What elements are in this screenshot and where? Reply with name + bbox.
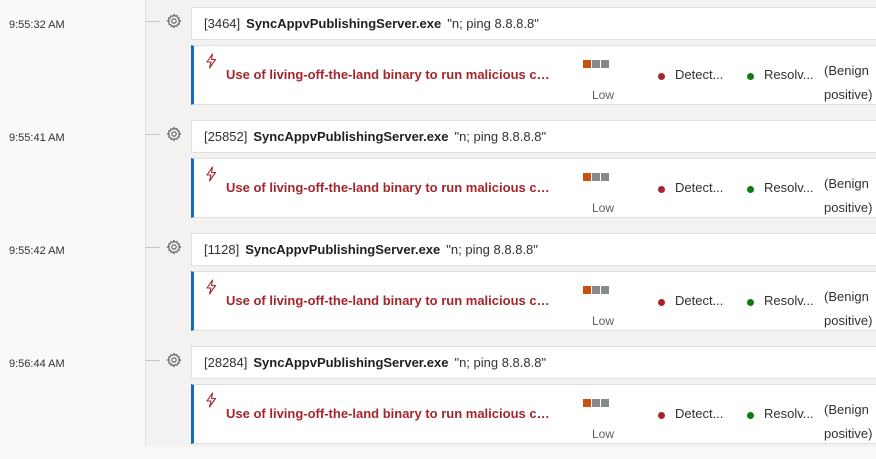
alert-card[interactable]: Use of living-off-the-land binary to run…	[191, 384, 876, 444]
severity-indicator	[583, 173, 610, 181]
resolved-status-dot	[747, 186, 754, 193]
alert-title-link[interactable]: Use of living-off-the-land binary to run…	[226, 180, 552, 195]
classification-line: positive)	[824, 426, 873, 441]
alert-status: Detect...	[675, 180, 724, 195]
severity-bar	[583, 173, 591, 181]
timeline-connector	[146, 21, 160, 22]
event-time: 9:55:41 AM	[9, 132, 65, 144]
classification-line: positive)	[824, 313, 873, 328]
process-command-line: "n; ping 8.8.8.8"	[446, 242, 538, 257]
timeline-connector	[146, 360, 160, 361]
gear-icon	[166, 239, 182, 255]
severity-label: Low	[592, 314, 615, 328]
classification-line: (Benign	[824, 63, 869, 78]
severity-bar	[592, 399, 600, 407]
event-time: 9:55:42 AM	[9, 245, 65, 257]
timeline-entry: 9:55:32 AM [3464] SyncAppvPublishingServe…	[0, 7, 876, 120]
gear-icon	[166, 13, 182, 29]
alert-title-link[interactable]: Use of living-off-the-land binary to run…	[226, 406, 552, 421]
timeline-entry: 9:55:41 AM [25852] SyncAppvPublishingServ…	[0, 120, 876, 233]
event-time: 9:56:44 AM	[9, 358, 65, 370]
lightning-bolt-icon	[204, 53, 218, 69]
gear-icon	[166, 126, 182, 142]
alert-classification: (Benign positive)	[824, 59, 876, 107]
alert-resolution: Resolv...	[764, 406, 814, 421]
severity-bar	[592, 173, 600, 181]
alert-card[interactable]: Use of living-off-the-land binary to run…	[191, 271, 876, 331]
timeline-entry: 9:55:42 AM [1128] SyncAppvPublishingServe…	[0, 233, 876, 346]
classification-line: (Benign	[824, 402, 869, 417]
lightning-bolt-icon	[204, 279, 218, 295]
detected-status-dot	[658, 186, 665, 193]
process-card[interactable]: [28284] SyncAppvPublishingServer.exe "n; p…	[191, 346, 876, 379]
timeline-connector	[146, 134, 160, 135]
severity-label: Low	[592, 201, 615, 215]
alert-classification: (Benign positive)	[824, 398, 876, 446]
alert-classification: (Benign positive)	[824, 285, 876, 333]
severity-label: Low	[592, 427, 615, 441]
process-name[interactable]: SyncAppvPublishingServer.exe	[246, 16, 441, 31]
severity-bar	[601, 286, 609, 294]
classification-line: (Benign	[824, 176, 869, 191]
alert-card[interactable]: Use of living-off-the-land binary to run…	[191, 158, 876, 218]
detected-status-dot	[658, 73, 665, 80]
alert-resolution: Resolv...	[764, 67, 814, 82]
severity-indicator	[583, 60, 610, 68]
resolved-status-dot	[747, 412, 754, 419]
severity-bar	[592, 286, 600, 294]
process-name[interactable]: SyncAppvPublishingServer.exe	[253, 355, 448, 370]
process-command-line: "n; ping 8.8.8.8"	[454, 129, 547, 144]
severity-indicator	[583, 399, 610, 407]
alert-title-link[interactable]: Use of living-off-the-land binary to run…	[226, 67, 552, 82]
process-id: [28284]	[204, 355, 248, 370]
process-card[interactable]: [1128] SyncAppvPublishingServer.exe "n; pi…	[191, 233, 876, 266]
severity-bar	[601, 399, 609, 407]
process-name[interactable]: SyncAppvPublishingServer.exe	[245, 242, 440, 257]
severity-bar	[583, 286, 591, 294]
process-id: [3464]	[204, 16, 241, 31]
timeline-connector	[146, 247, 160, 248]
lightning-bolt-icon	[204, 166, 218, 182]
severity-bar	[592, 60, 600, 68]
process-id: [1128]	[204, 242, 240, 257]
alert-status: Detect...	[675, 67, 724, 82]
process-card[interactable]: [3464] SyncAppvPublishingServer.exe "n; pi…	[191, 7, 876, 40]
alert-status: Detect...	[675, 406, 724, 421]
alert-status: Detect...	[675, 293, 724, 308]
lightning-bolt-icon	[204, 392, 218, 408]
classification-line: (Benign	[824, 289, 869, 304]
process-name[interactable]: SyncAppvPublishingServer.exe	[253, 129, 448, 144]
timeline-entry: 9:56:44 AM [28284] SyncAppvPublishingServ…	[0, 346, 876, 459]
event-time: 9:55:32 AM	[9, 19, 65, 31]
classification-line: positive)	[824, 200, 873, 215]
severity-indicator	[583, 286, 610, 294]
process-card[interactable]: [25852] SyncAppvPublishingServer.exe "n; p…	[191, 120, 876, 153]
severity-label: Low	[592, 88, 615, 102]
process-id: [25852]	[204, 129, 248, 144]
process-command-line: "n; ping 8.8.8.8"	[454, 355, 547, 370]
severity-bar	[583, 399, 591, 407]
detected-status-dot	[658, 299, 665, 306]
resolved-status-dot	[747, 73, 754, 80]
alert-card[interactable]: Use of living-off-the-land binary to run…	[191, 45, 876, 105]
detected-status-dot	[658, 412, 665, 419]
alert-resolution: Resolv...	[764, 180, 814, 195]
alert-classification: (Benign positive)	[824, 172, 876, 220]
severity-bar	[601, 60, 609, 68]
gear-icon	[166, 352, 182, 368]
alert-resolution: Resolv...	[764, 293, 814, 308]
classification-line: positive)	[824, 87, 873, 102]
alert-title-link[interactable]: Use of living-off-the-land binary to run…	[226, 293, 552, 308]
resolved-status-dot	[747, 299, 754, 306]
severity-bar	[601, 173, 609, 181]
severity-bar	[583, 60, 591, 68]
process-command-line: "n; ping 8.8.8.8"	[447, 16, 539, 31]
